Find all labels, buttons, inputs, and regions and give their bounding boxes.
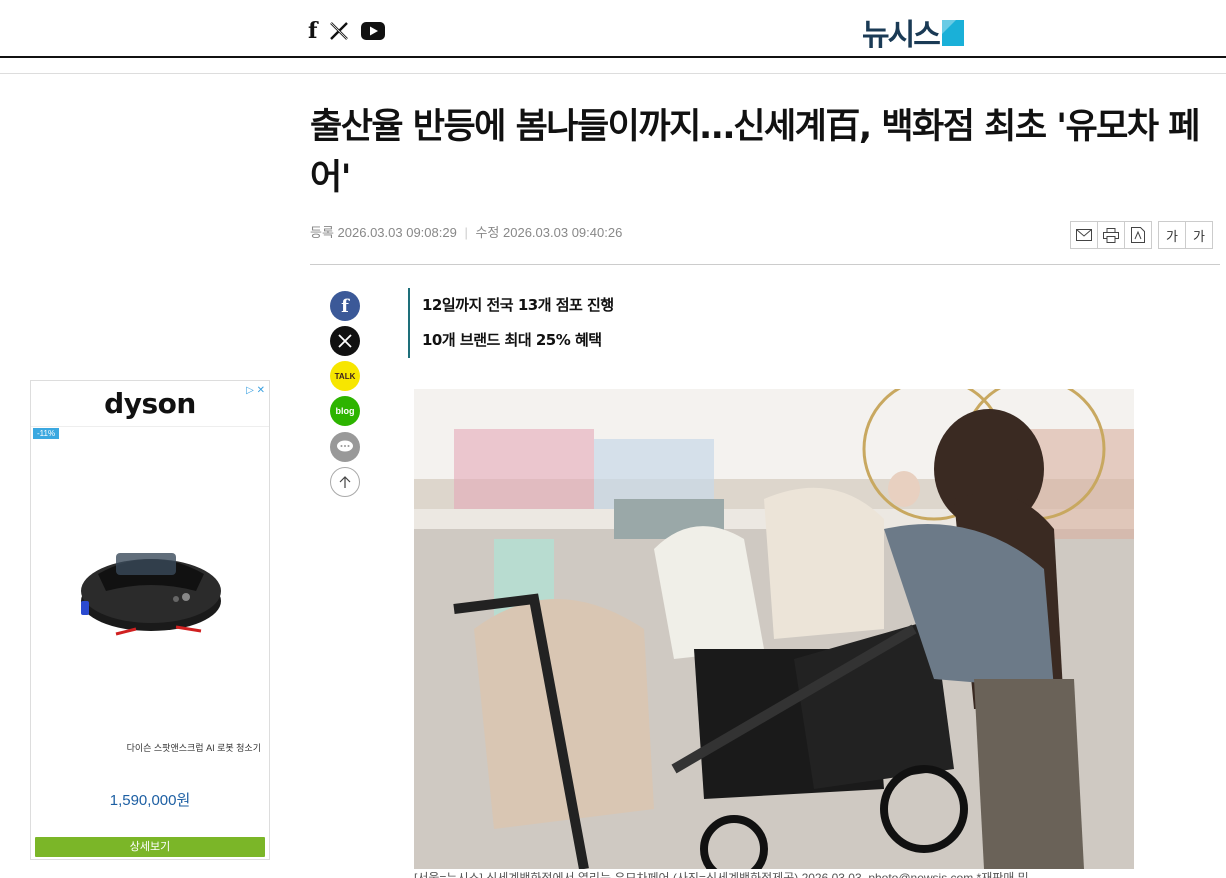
comment-icon[interactable] [330,432,360,462]
article-title: 출산율 반등에 봄나들이까지…신세계百, 백화점 최초 '유모차 페어' [310,107,1200,198]
mail-icon [1076,229,1092,241]
header-social-links: f [308,20,386,42]
ad-price: 1,590,000원 [109,792,191,809]
modified-date: 2026.03.03 09:40:26 [503,225,623,240]
share-facebook-icon[interactable]: f [330,291,360,321]
logo-mark-icon [941,20,964,46]
summary-line: 10개 브랜드 최대 25% 혜택 [422,331,602,349]
scroll-top-icon[interactable] [330,467,360,497]
stroller-photo-illustration [414,389,1134,869]
article-photo[interactable] [414,389,1134,869]
photo-caption: [서울=뉴시스] 신세계백화점에서 열리는 유모차페어 (사진=신세계백화점제공… [414,871,1029,878]
youtube-icon[interactable] [361,22,386,40]
registered-label: 등록 [310,225,334,240]
article-tools: 가 가 [1070,221,1213,249]
adchoices-icon[interactable]: ▷ ✕ [246,385,265,396]
font-smaller-button[interactable]: 가 [1185,221,1213,249]
article-dates: 등록 2026.03.03 09:08:29 | 수정 2026.03.03 0… [310,222,622,241]
summary-line: 12일까지 전국 13개 점포 진행 [422,296,614,314]
robot-vacuum-image [81,553,221,636]
newsis-logo[interactable]: 뉴시스 [862,10,964,54]
discount-badge: -11% [33,428,60,439]
share-x-icon[interactable] [330,326,360,356]
top-header: f 뉴시스 [0,0,1226,58]
header-divider [0,73,1226,74]
email-button[interactable] [1070,221,1098,249]
ad-detail-button[interactable]: 상세보기 [35,837,265,857]
modified-label: 수정 [475,225,500,240]
article-summary: 12일까지 전국 13개 점포 진행 10개 브랜드 최대 25% 혜택 [408,288,614,358]
x-icon[interactable] [329,21,349,41]
share-blog-icon[interactable]: blog [330,396,360,426]
ad-brand: dyson [104,387,196,420]
date-separator: | [464,225,468,240]
print-button[interactable] [1097,221,1125,249]
logo-text: 뉴시스 [862,18,941,53]
title-divider [310,264,1220,265]
pdf-button[interactable] [1124,221,1152,249]
sidebar-ad[interactable]: dyson ▷ ✕ -11% 다이슨 스팟앤스크럽 AI 로봇 청소기 1,59… [30,380,270,860]
facebook-icon[interactable]: f [308,20,317,42]
printer-icon [1103,227,1119,243]
ad-product-name: 다이슨 스팟앤스크럽 AI 로봇 청소기 [126,743,261,753]
font-larger-button[interactable]: 가 [1158,221,1186,249]
share-column: f TALK blog [330,291,360,502]
share-kakaotalk-icon[interactable]: TALK [330,361,360,391]
ad-divider [31,426,269,427]
pdf-icon [1131,227,1145,243]
registered-date: 2026.03.03 09:08:29 [337,225,457,240]
